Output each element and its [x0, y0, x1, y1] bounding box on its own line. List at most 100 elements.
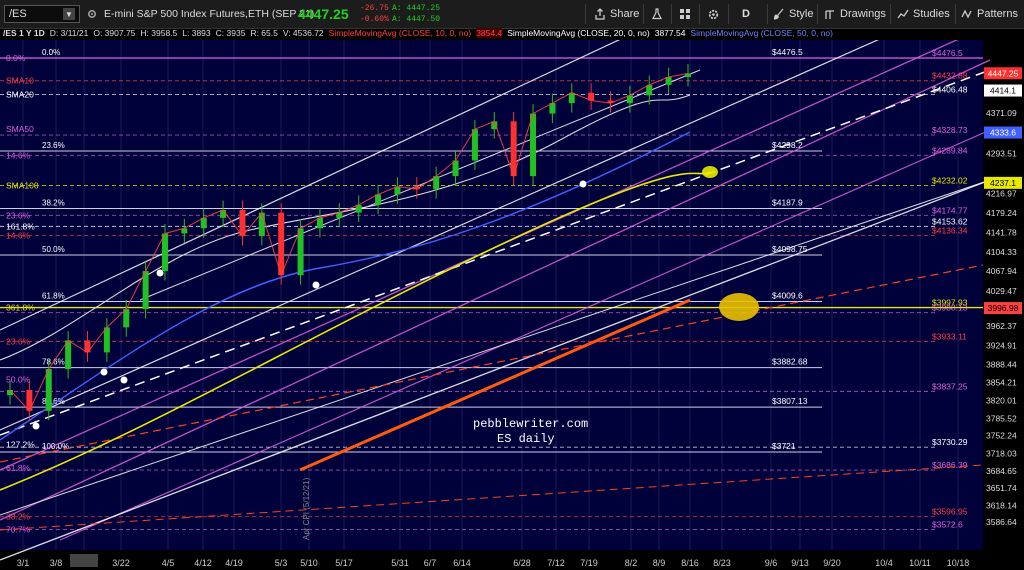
- patterns-button[interactable]: Patterns: [961, 0, 1018, 28]
- x-tick-label: 10/4: [875, 558, 893, 568]
- patterns-label: Patterns: [977, 8, 1018, 20]
- x-tick-label: 4/5: [162, 558, 175, 568]
- style-button[interactable]: Style: [773, 0, 813, 28]
- x-tick-label: 6/14: [453, 558, 471, 568]
- top-toolbar: /ES ▼ E-mini S&P 500 Index Futures,ETH (…: [0, 0, 1024, 29]
- stat-open: O: 3907.75: [93, 28, 136, 38]
- settings-gear-icon: [708, 9, 719, 19]
- left-level-label: 38.2%: [6, 512, 31, 522]
- symbol-text: /ES: [9, 8, 27, 20]
- right-level-label: $3572.6: [932, 519, 963, 529]
- price-badge-label: 4333.6: [990, 128, 1016, 138]
- right-level-label: $4174.77: [932, 205, 968, 215]
- price-chart[interactable]: 3/13/83/113/224/54/124/195/35/105/175/31…: [0, 40, 1024, 570]
- y-tick-label: 4179.24: [986, 208, 1017, 218]
- x-cursor-date-box: [70, 554, 98, 567]
- patterns-icon: [961, 9, 972, 19]
- right-level-label: $4328.73: [932, 125, 968, 135]
- period-label: /ES 1 Y 1D: [3, 28, 45, 38]
- x-tick-label: 8/16: [681, 558, 699, 568]
- drawings-button[interactable]: Drawings: [824, 0, 886, 28]
- x-tick-label: 3/1: [17, 558, 30, 568]
- share-button[interactable]: Share: [594, 0, 639, 28]
- interval-button[interactable]: D: [742, 0, 750, 28]
- y-tick-label: 4216.97: [986, 188, 1017, 198]
- x-tick-label: 5/31: [391, 558, 409, 568]
- x-tick-label: 3/8: [50, 558, 63, 568]
- stat-high: H: 3958.5: [140, 28, 178, 38]
- sma10-study[interactable]: SimpleMovingAvg (CLOSE, 10, 0, no): [329, 28, 472, 38]
- price-badge-label: 4414.1: [990, 86, 1016, 96]
- x-tick-label: 8/9: [653, 558, 666, 568]
- x-tick-label: 10/18: [947, 558, 970, 568]
- y-tick-label: 3962.37: [986, 321, 1017, 331]
- y-tick-label: 3924.91: [986, 341, 1017, 351]
- flask-button[interactable]: [651, 0, 663, 28]
- fib-ratio-label: 50.0%: [42, 245, 65, 254]
- y-tick-label: 4067.94: [986, 266, 1017, 276]
- y-tick-label: 3820.01: [986, 395, 1017, 405]
- x-tick-label: 9/6: [765, 558, 778, 568]
- watermark-site: pebblewriter.com: [473, 417, 589, 431]
- right-level-label: $4136.34: [932, 225, 968, 235]
- x-tick-label: 5/17: [335, 558, 353, 568]
- marker-dot: [32, 422, 40, 430]
- sma20-study[interactable]: SimpleMovingAvg (CLOSE, 20, 0, no): [507, 28, 650, 38]
- left-level-label: SMA20: [6, 90, 34, 100]
- fib-ratio-label: 38.2%: [42, 199, 65, 208]
- y-tick-label: 3752.24: [986, 431, 1017, 441]
- change-points: -26.75: [360, 4, 389, 13]
- price-badge-label: 4447.25: [988, 68, 1019, 78]
- marker-dot: [120, 376, 128, 384]
- left-level-label: 23.6%: [6, 210, 31, 220]
- brush-icon: [773, 8, 784, 20]
- grid-icon: [680, 9, 690, 19]
- y-tick-label: 3854.21: [986, 378, 1017, 388]
- x-tick-label: 4/19: [225, 558, 243, 568]
- sma50-study[interactable]: SimpleMovingAvg (CLOSE, 50, 0, no): [690, 28, 833, 38]
- right-level-label: $3730.29: [932, 437, 968, 447]
- sma20-value: 3877.54: [654, 28, 686, 38]
- fib-value-label: $4187.9: [772, 198, 803, 208]
- share-icon: [595, 8, 605, 20]
- studies-button[interactable]: Studies: [897, 0, 950, 28]
- chevron-down-icon[interactable]: ▼: [63, 8, 75, 20]
- style-label: Style: [789, 8, 814, 20]
- fib-ratio-label: 61.8%: [42, 291, 65, 300]
- fib-value-label: $4009.6: [772, 290, 803, 300]
- candle-body: [142, 271, 149, 310]
- sma10-value: 3854.4: [476, 28, 503, 38]
- left-level-label: 0.0%: [6, 53, 26, 63]
- candle-body: [258, 212, 265, 237]
- highlight-circle: [702, 166, 718, 178]
- symbol-selector[interactable]: /ES ▼: [4, 5, 80, 23]
- gear-icon-slot[interactable]: [86, 0, 98, 28]
- fib-value-label: $4476.5: [772, 47, 803, 57]
- x-tick-label: 6/28: [513, 558, 531, 568]
- candle-body: [471, 129, 478, 161]
- symbol-description: E-mini S&P 500 Index Futures,ETH (SEP 21…: [104, 8, 315, 20]
- candle-body: [65, 340, 72, 370]
- left-level-label: 61.8%: [6, 463, 31, 473]
- ask-price: A: 4447.25: [392, 4, 441, 13]
- candle-body: [45, 369, 52, 411]
- fib-value-label: $3807.13: [772, 396, 808, 406]
- fib-value-label: $3882.68: [772, 357, 808, 367]
- x-tick-label: 7/19: [580, 558, 598, 568]
- right-level-label: $3686.39: [932, 460, 968, 470]
- drawings-label: Drawings: [840, 8, 886, 20]
- y-tick-label: 3684.65: [986, 466, 1017, 476]
- x-tick-label: 10/11: [909, 558, 931, 568]
- studies-icon: [897, 9, 909, 19]
- fib-ratio-label: 0.0%: [42, 48, 60, 57]
- y-tick-label: 3586.64: [986, 517, 1017, 527]
- candle-body: [123, 309, 130, 328]
- change-percent: -0.60%: [360, 15, 389, 24]
- marker-dot: [156, 269, 164, 277]
- gear-icon[interactable]: [86, 8, 98, 20]
- candle-body: [103, 327, 110, 353]
- settings-button[interactable]: [707, 0, 720, 28]
- y-tick-label: 3785.52: [986, 413, 1017, 423]
- grid-button[interactable]: [679, 0, 691, 28]
- x-tick-label: 8/2: [625, 558, 638, 568]
